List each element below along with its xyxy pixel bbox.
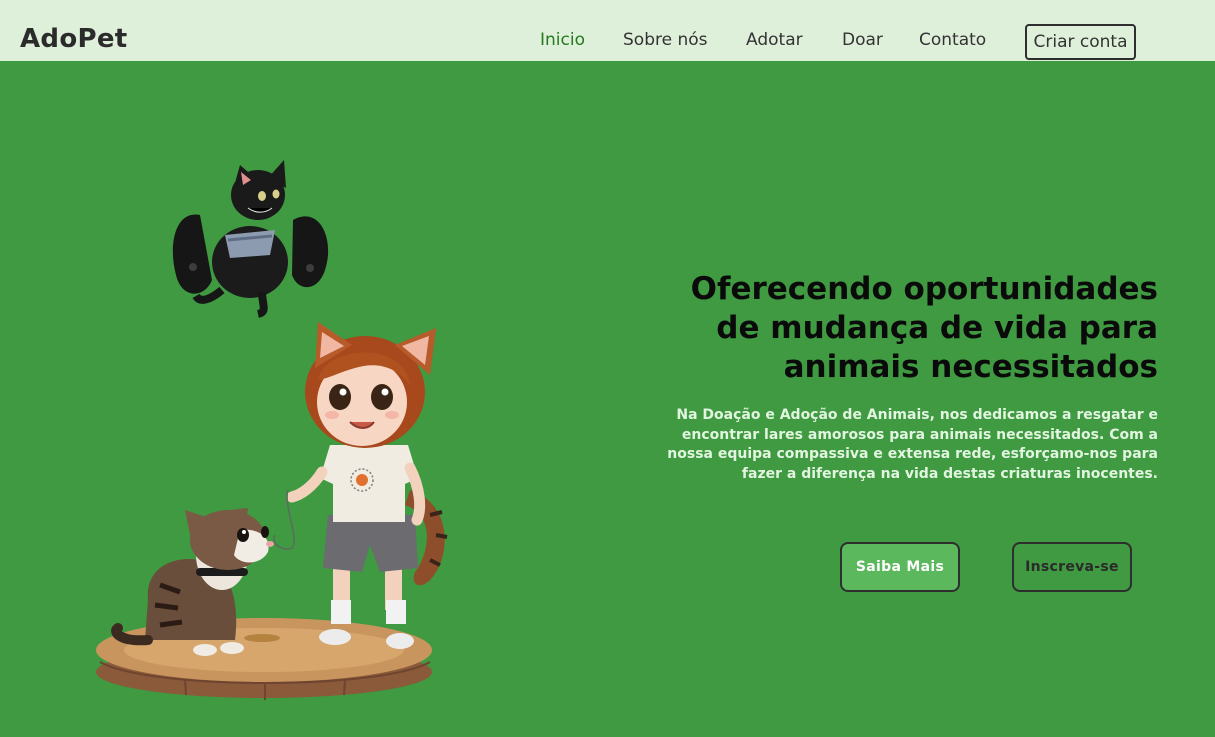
nav-link-sobre-nos[interactable]: Sobre nós (623, 30, 708, 50)
nav-link-contato[interactable]: Contato (919, 30, 986, 50)
subscribe-button[interactable]: Inscreva-se (1012, 542, 1132, 592)
nav-link-doar[interactable]: Doar (842, 30, 883, 50)
learn-more-button[interactable]: Saiba Mais (840, 542, 960, 592)
hero-title: Oferecendo oportunidades de mudança de v… (690, 271, 1158, 385)
hero-description: Na Doação e Adoção de Animais, nos dedic… (667, 407, 1158, 482)
create-account-button[interactable]: Criar conta (1025, 24, 1136, 60)
top-header: AdoPet Inicio Sobre nós Adotar Doar Cont… (0, 0, 1215, 61)
girl-illustration (273, 322, 448, 649)
black-cat-illustration (172, 160, 329, 318)
nav-link-inicio[interactable]: Inicio (540, 30, 585, 50)
nav-link-adotar[interactable]: Adotar (746, 30, 803, 50)
hero-illustration (96, 160, 448, 700)
